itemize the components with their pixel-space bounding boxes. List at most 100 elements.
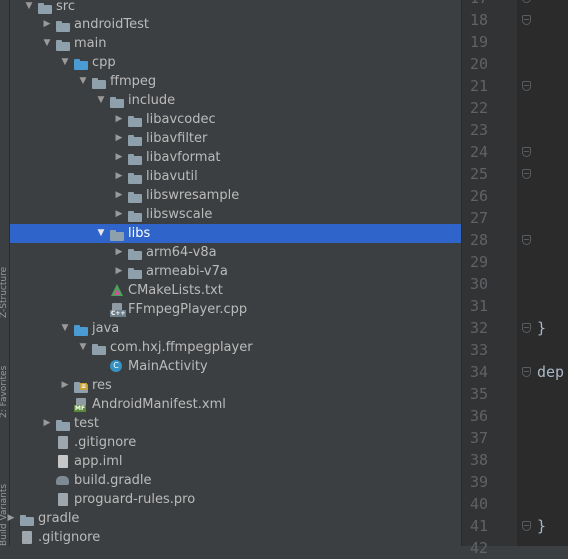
tree-item-ffmpeg[interactable]: ▼ ffmpeg: [10, 72, 461, 91]
tree-item-main[interactable]: ▼ main: [10, 34, 461, 53]
favorites-tab[interactable]: 2: Favorites: [0, 366, 9, 418]
tree-item-include[interactable]: ▼ include: [10, 91, 461, 110]
manifest-file-icon: MF: [74, 398, 88, 412]
tree-item-gitignore[interactable]: .gitignore: [10, 528, 461, 547]
tree-item-label: .gitignore: [74, 435, 137, 450]
tree-item-java[interactable]: ▼ java: [10, 319, 461, 338]
tree-item-libswscale[interactable]: ▶ libswscale: [10, 205, 461, 224]
code-editor[interactable]: 17 18 19 20 21 22 23 24 25 26 27 28 29 30 31 32 33 34 35 36…: [462, 0, 568, 557]
tree-item-arm64-v8a[interactable]: ▶ arm64-v8a: [10, 243, 461, 262]
tree-item-label: libavfilter: [146, 131, 208, 146]
tree-item-armeabi-v7a[interactable]: ▶ armeabi-v7a: [10, 262, 461, 281]
tree-item-label: libswscale: [146, 207, 213, 222]
line-number: 26: [469, 187, 488, 205]
fold-marker-icon[interactable]: [522, 15, 531, 25]
fold-marker-icon[interactable]: [522, 169, 531, 179]
tree-item-proguard-rules-pro[interactable]: proguard-rules.pro: [10, 490, 461, 509]
tree-item-androidtest[interactable]: ▶ androidTest: [10, 15, 461, 34]
code-line[interactable]: dep: [537, 361, 564, 383]
line-number: 25: [469, 165, 488, 183]
fold-marker-icon[interactable]: [522, 81, 531, 91]
chevron-right-icon[interactable]: ▶: [114, 243, 124, 262]
tree-item-label: ffmpeg: [110, 74, 157, 89]
line-number: 31: [469, 297, 488, 315]
chevron-down-icon[interactable]: ▼: [96, 91, 106, 110]
tree-item-label: AndroidManifest.xml: [92, 397, 226, 412]
chevron-right-icon[interactable]: ▶: [114, 129, 124, 148]
chevron-right-icon[interactable]: ▶: [114, 205, 124, 224]
line-number: 24: [469, 143, 488, 161]
gradle-icon: [56, 474, 70, 487]
folder-icon: [128, 151, 142, 165]
line-number: 34: [469, 363, 488, 381]
tool-window-strip: Z-Structure 2: Favorites Build Variants: [0, 0, 10, 546]
tree-item-build-gradle[interactable]: build.gradle: [10, 471, 461, 490]
fold-marker-icon[interactable]: [522, 235, 531, 245]
line-number: 32: [469, 319, 488, 337]
tree-item-test[interactable]: ▶ test: [10, 414, 461, 433]
tree-item-gitignore[interactable]: .gitignore: [10, 433, 461, 452]
chevron-right-icon[interactable]: ▶: [114, 110, 124, 129]
chevron-down-icon[interactable]: ▼: [78, 338, 88, 357]
tree-item-libavfilter[interactable]: ▶ libavfilter: [10, 129, 461, 148]
line-number: 35: [469, 385, 488, 403]
chevron-down-icon[interactable]: ▼: [96, 224, 106, 243]
code-line[interactable]: }: [537, 515, 546, 537]
line-number: 33: [469, 341, 488, 359]
chevron-right-icon[interactable]: ▶: [60, 376, 70, 395]
fold-marker-icon[interactable]: [522, 521, 531, 531]
tree-item-label: test: [74, 416, 99, 431]
tree-item-androidmanifest-xml[interactable]: MF AndroidManifest.xml: [10, 395, 461, 414]
chevron-right-icon[interactable]: ▶: [6, 509, 16, 528]
tree-item-label: proguard-rules.pro: [74, 492, 196, 507]
tree-item-app-iml[interactable]: app.iml: [10, 452, 461, 471]
chevron-down-icon[interactable]: ▼: [42, 34, 52, 53]
tree-item-cpp[interactable]: ▼ cpp: [10, 53, 461, 72]
module-file-icon: [56, 455, 70, 468]
chevron-down-icon[interactable]: ▼: [24, 0, 34, 16]
fold-marker-icon[interactable]: [522, 147, 531, 157]
line-number: 36: [469, 407, 488, 425]
code-line[interactable]: }: [537, 317, 546, 339]
tree-item-mainactivity[interactable]: C MainActivity: [10, 357, 461, 376]
tree-item-com-hxj-ffmpegplayer[interactable]: ▼ com.hxj.ffmpegplayer: [10, 338, 461, 357]
structure-tab[interactable]: Z-Structure: [0, 267, 9, 318]
tree-item-label: main: [74, 36, 107, 51]
tree-item-src[interactable]: ▼ src: [10, 0, 461, 16]
tree-item-label: libavutil: [146, 169, 198, 184]
tree-item-libavcodec[interactable]: ▶ libavcodec: [10, 110, 461, 129]
fold-marker-icon[interactable]: [522, 323, 531, 333]
tree-item-label: cpp: [92, 55, 116, 70]
fold-marker-icon[interactable]: [522, 367, 531, 377]
folder-icon: [74, 322, 88, 336]
tree-item-gradle[interactable]: ▶ gradle: [8, 509, 461, 528]
chevron-right-icon[interactable]: ▶: [114, 262, 124, 281]
chevron-down-icon[interactable]: ▼: [60, 53, 70, 72]
class-icon: C: [110, 360, 124, 373]
chevron-right-icon[interactable]: ▶: [114, 148, 124, 167]
chevron-down-icon[interactable]: ▼: [60, 319, 70, 338]
tree-item-libavformat[interactable]: ▶ libavformat: [10, 148, 461, 167]
tree-item-libswresample[interactable]: ▶ libswresample: [10, 186, 461, 205]
chevron-right-icon[interactable]: ▶: [114, 167, 124, 186]
line-number: 27: [469, 209, 488, 227]
folder-icon: [128, 246, 142, 260]
tree-item-res[interactable]: ▶ ≡ res: [10, 376, 461, 395]
line-number: 20: [469, 55, 488, 73]
cpp-file-icon: C++: [110, 303, 127, 317]
chevron-down-icon[interactable]: ▼: [78, 72, 88, 91]
tree-item-label: build.gradle: [74, 473, 152, 488]
folder-icon: [128, 189, 142, 203]
tree-item-libs[interactable]: ▼ libs: [10, 224, 461, 243]
chevron-right-icon[interactable]: ▶: [42, 15, 52, 34]
line-number: 28: [469, 231, 488, 249]
chevron-right-icon[interactable]: ▶: [114, 186, 124, 205]
tree-item-label: CMakeLists.txt: [128, 283, 223, 298]
tree-item-cmakelists-txt[interactable]: CMakeLists.txt: [10, 281, 461, 300]
fold-marker-icon[interactable]: [522, 0, 531, 3]
chevron-right-icon[interactable]: ▶: [42, 414, 52, 433]
tree-item-label: armeabi-v7a: [146, 264, 228, 279]
tree-item-ffmpegplayer-cpp[interactable]: C++ FFmpegPlayer.cpp: [10, 300, 461, 319]
line-number: 19: [469, 33, 488, 51]
tree-item-libavutil[interactable]: ▶ libavutil: [10, 167, 461, 186]
